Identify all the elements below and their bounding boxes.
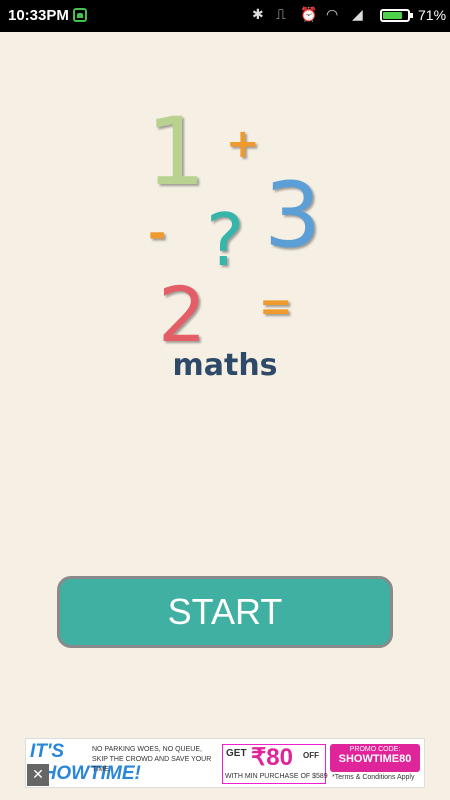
- app-title: maths: [172, 348, 278, 383]
- ad-banner[interactable]: IT'S SHOWTIME! NO PARKING WOES, NO QUEUE…: [25, 738, 425, 788]
- logo-digit-two: 2: [158, 270, 207, 359]
- status-time: 10:33PM: [8, 7, 69, 24]
- signal-icon: ◢: [352, 6, 363, 22]
- battery-icon: [380, 9, 413, 22]
- ad-offer: GET ₹80 OFF WITH MIN PURCHASE OF $589: [222, 744, 328, 784]
- ad-promo-code: PROMO CODE: SHOWTIME80: [330, 744, 420, 772]
- logo-digit-three: 3: [264, 163, 322, 268]
- ad-min-purchase: WITH MIN PURCHASE OF $589: [225, 773, 328, 780]
- ad-promo-label: PROMO CODE:: [349, 746, 401, 753]
- ad-promo-value: SHOWTIME80: [338, 753, 412, 765]
- start-button[interactable]: START: [57, 576, 393, 648]
- app-notification-icon: [73, 8, 87, 22]
- logo-minus-sign: -: [148, 208, 167, 259]
- wifi-icon: ◠: [326, 6, 339, 22]
- logo-question-mark: ?: [206, 198, 245, 282]
- ad-terms: *Terms & Conditions Apply: [332, 774, 415, 781]
- bluetooth-icon: ✱: [252, 6, 264, 22]
- ad-subtext: NO PARKING WOES, NO QUEUE, SKIP THE CROW…: [92, 746, 212, 773]
- ad-close-button[interactable]: ✕: [27, 764, 49, 786]
- status-bar: 10:33PM ✱ ⎍ ⏰ ◠ ◢ 71%: [0, 0, 450, 32]
- logo-equals-sign: =: [259, 284, 293, 330]
- logo-digit-one: 1: [146, 98, 206, 207]
- alarm-icon: ⏰: [300, 6, 318, 22]
- vibrate-icon: ⎍: [276, 6, 286, 22]
- ad-offer-get: GET: [226, 748, 247, 759]
- ad-offer-off: OFF: [303, 751, 319, 760]
- battery-text: 71%: [418, 7, 447, 23]
- logo-plus-sign: +: [226, 121, 260, 167]
- ad-offer-amount: ₹80: [251, 744, 293, 771]
